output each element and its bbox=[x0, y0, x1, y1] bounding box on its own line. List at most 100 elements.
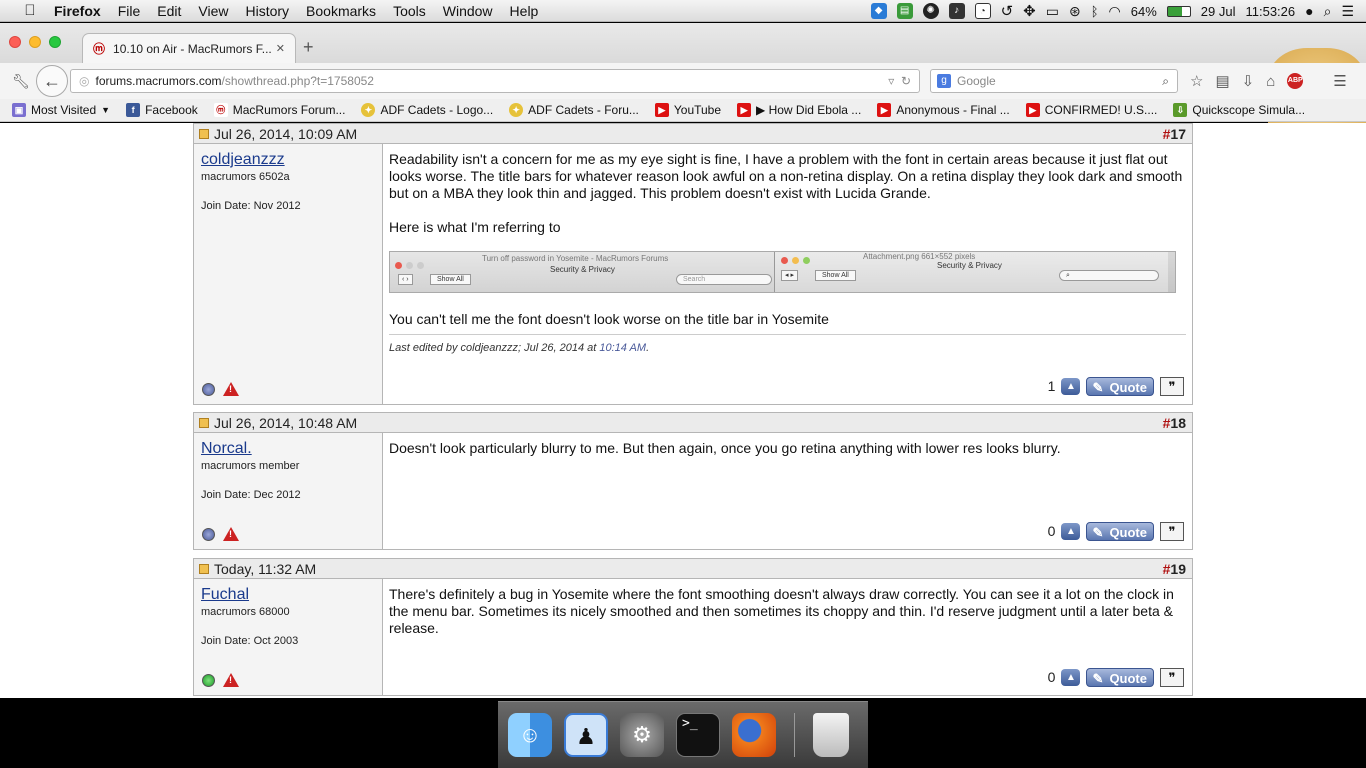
spotlight-icon[interactable]: ⌕ bbox=[1324, 3, 1332, 20]
thumbs-up-icon[interactable]: ▲ bbox=[1061, 378, 1081, 395]
join-date: Join Date: Nov 2012 bbox=[201, 200, 301, 212]
multi-quote-icon[interactable]: ❞ bbox=[1160, 522, 1184, 541]
post-number[interactable]: #18 bbox=[1163, 415, 1186, 431]
username-link[interactable]: Norcal. bbox=[201, 440, 375, 458]
bookmark-adf-logo[interactable]: ✦ ADF Cadets - Logo... bbox=[361, 103, 493, 117]
aperture-icon[interactable]: ✺ bbox=[922, 3, 939, 19]
search-bar[interactable]: g Google ⌕ bbox=[930, 69, 1178, 93]
bookmark-star-icon[interactable]: ☆ bbox=[1190, 72, 1203, 90]
home-icon[interactable]: ⌂ bbox=[1266, 73, 1275, 90]
bookmark-label: Anonymous - Final ... bbox=[896, 103, 1010, 117]
reading-list-icon[interactable]: ▤ bbox=[1215, 72, 1229, 90]
report-post-icon[interactable] bbox=[223, 527, 239, 541]
multi-quote-icon[interactable]: ❞ bbox=[1160, 377, 1184, 396]
quote-button[interactable]: Quote bbox=[1086, 522, 1154, 542]
report-post-icon[interactable] bbox=[223, 382, 239, 396]
menu-tools[interactable]: Tools bbox=[393, 3, 426, 19]
battery-icon[interactable] bbox=[1166, 5, 1191, 17]
bookmark-macrumors[interactable]: ⓜ MacRumors Forum... bbox=[213, 103, 345, 117]
user-title: macrumors member bbox=[201, 460, 300, 472]
screenshot-window-left: Turn off password in Yosemite - MacRumor… bbox=[390, 252, 774, 292]
menu-bookmarks[interactable]: Bookmarks bbox=[306, 3, 376, 19]
post-message: There's definitely a bug in Yosemite whe… bbox=[383, 579, 1192, 695]
macrumors-icon: ⓜ bbox=[213, 103, 228, 117]
screenshot-title: Security & Privacy bbox=[937, 261, 1002, 270]
menu-history[interactable]: History bbox=[245, 3, 289, 19]
menu-view[interactable]: View bbox=[198, 3, 228, 19]
menu-window[interactable]: Window bbox=[443, 3, 493, 19]
apple-menu-icon[interactable]:  bbox=[20, 2, 40, 19]
report-post-icon[interactable] bbox=[223, 673, 239, 687]
bookmark-confirmed[interactable]: ▶ CONFIRMED! U.S.... bbox=[1025, 103, 1157, 117]
bookmark-adf-forum[interactable]: ✦ ADF Cadets - Foru... bbox=[509, 103, 639, 117]
downloads-icon[interactable]: ⇩ bbox=[1242, 72, 1255, 90]
thumbs-up-icon[interactable]: ▲ bbox=[1061, 669, 1081, 686]
date-label[interactable]: 29 Jul bbox=[1201, 4, 1236, 19]
quote-button[interactable]: Quote bbox=[1086, 668, 1154, 688]
airplay-icon[interactable]: ▭ bbox=[1046, 3, 1059, 20]
post-flag-icon bbox=[199, 563, 209, 574]
dock-trash-icon[interactable] bbox=[813, 713, 849, 757]
username-link[interactable]: Fuchal bbox=[201, 586, 375, 604]
like-count: 1 bbox=[1047, 378, 1056, 394]
adf-icon: ✦ bbox=[361, 103, 376, 117]
dock-anonymous-icon[interactable]: ♟ bbox=[564, 713, 608, 757]
facebook-icon: f bbox=[126, 103, 141, 117]
menu-help[interactable]: Help bbox=[510, 3, 539, 19]
bookmark-youtube[interactable]: ▶ YouTube bbox=[654, 103, 721, 117]
adblock-icon[interactable]: ABP bbox=[1287, 73, 1304, 89]
tab-active[interactable]: ⓜ 10.10 on Air - MacRumors F... ✕ bbox=[82, 33, 296, 63]
menu-file[interactable]: File bbox=[118, 3, 141, 19]
bookmark-anonymous[interactable]: ▶ Anonymous - Final ... bbox=[877, 103, 1010, 117]
post-number[interactable]: #17 bbox=[1163, 126, 1186, 142]
minimize-window-button[interactable] bbox=[29, 36, 41, 48]
zoom-window-button[interactable] bbox=[49, 36, 61, 48]
edited-time: 10:14 AM bbox=[599, 342, 647, 354]
dock-finder-icon[interactable]: ☺ bbox=[508, 713, 552, 757]
bookmark-ebola[interactable]: ▶ ▶ How Did Ebola ... bbox=[737, 103, 861, 117]
thumbs-up-icon[interactable]: ▲ bbox=[1061, 523, 1081, 540]
sync-icon[interactable]: ↺ bbox=[1001, 2, 1014, 20]
notification-center-icon[interactable]: ☰ bbox=[1341, 3, 1354, 20]
menu-edit[interactable]: Edit bbox=[157, 3, 181, 19]
menu-icon[interactable]: ☰ bbox=[1333, 72, 1346, 90]
wrench-icon[interactable]: 🔧︎ bbox=[12, 73, 32, 90]
bookmark-most-visited[interactable]: ▣ Most Visited ▼ bbox=[12, 103, 110, 117]
user-info: Norcal. macrumors member Join Date: Dec … bbox=[194, 433, 383, 549]
bookmark-facebook[interactable]: f Facebook bbox=[126, 103, 198, 117]
accessibility-icon[interactable]: ⊛ bbox=[1069, 3, 1081, 20]
dropbox-icon[interactable]: ◆ bbox=[870, 3, 887, 19]
bookmark-label: Facebook bbox=[145, 103, 198, 117]
quote-button[interactable]: Quote bbox=[1086, 377, 1154, 397]
post-date: Jul 26, 2014, 10:48 AM bbox=[214, 414, 358, 431]
post-paragraph: Here is what I'm referring to bbox=[389, 219, 561, 235]
dock-terminal-icon[interactable]: >_ bbox=[676, 713, 720, 757]
username-link[interactable]: coldjeanzzz bbox=[201, 151, 375, 169]
screenshot-search: Search bbox=[676, 274, 772, 285]
multi-quote-icon[interactable]: ❞ bbox=[1160, 668, 1184, 687]
app-icon[interactable]: ♪ bbox=[948, 3, 965, 19]
evernote-icon[interactable]: ▤ bbox=[896, 3, 913, 19]
menu-app-firefox[interactable]: Firefox bbox=[54, 3, 101, 19]
bookmark-quickscope[interactable]: ⇩ Quickscope Simula... bbox=[1173, 103, 1305, 117]
clock-icon[interactable]: ◔ bbox=[974, 3, 991, 19]
url-bar[interactable]: ◎ forums.macrumors.com /showthread.php?t… bbox=[70, 69, 920, 93]
dock-firefox-icon[interactable] bbox=[732, 713, 776, 757]
new-tab-button[interactable]: + bbox=[303, 37, 314, 58]
attached-screenshot[interactable]: Turn off password in Yosemite - MacRumor… bbox=[389, 251, 1176, 293]
reload-icon[interactable]: ▿ ↻ bbox=[888, 74, 911, 88]
wifi-icon[interactable]: ◠ bbox=[1109, 3, 1121, 20]
user-icon[interactable]: ● bbox=[1305, 3, 1313, 19]
dock-system-preferences-icon[interactable]: ⚙ bbox=[620, 713, 664, 757]
clock-label[interactable]: 11:53:26 bbox=[1245, 4, 1295, 19]
search-icon[interactable]: ⌕ bbox=[1162, 74, 1169, 89]
close-window-button[interactable] bbox=[9, 36, 21, 48]
google-engine-icon[interactable]: g bbox=[937, 74, 951, 88]
tab-close-icon[interactable]: ✕ bbox=[276, 42, 285, 55]
back-button[interactable]: ← bbox=[36, 65, 68, 97]
move-icon[interactable]: ✥ bbox=[1023, 2, 1036, 20]
screenshot-nav-buttons: ◂ ▸ bbox=[781, 270, 798, 281]
battery-percent[interactable]: 64% bbox=[1131, 4, 1157, 19]
bluetooth-icon[interactable]: ᛒ bbox=[1091, 4, 1099, 19]
post-number[interactable]: #19 bbox=[1163, 561, 1186, 577]
